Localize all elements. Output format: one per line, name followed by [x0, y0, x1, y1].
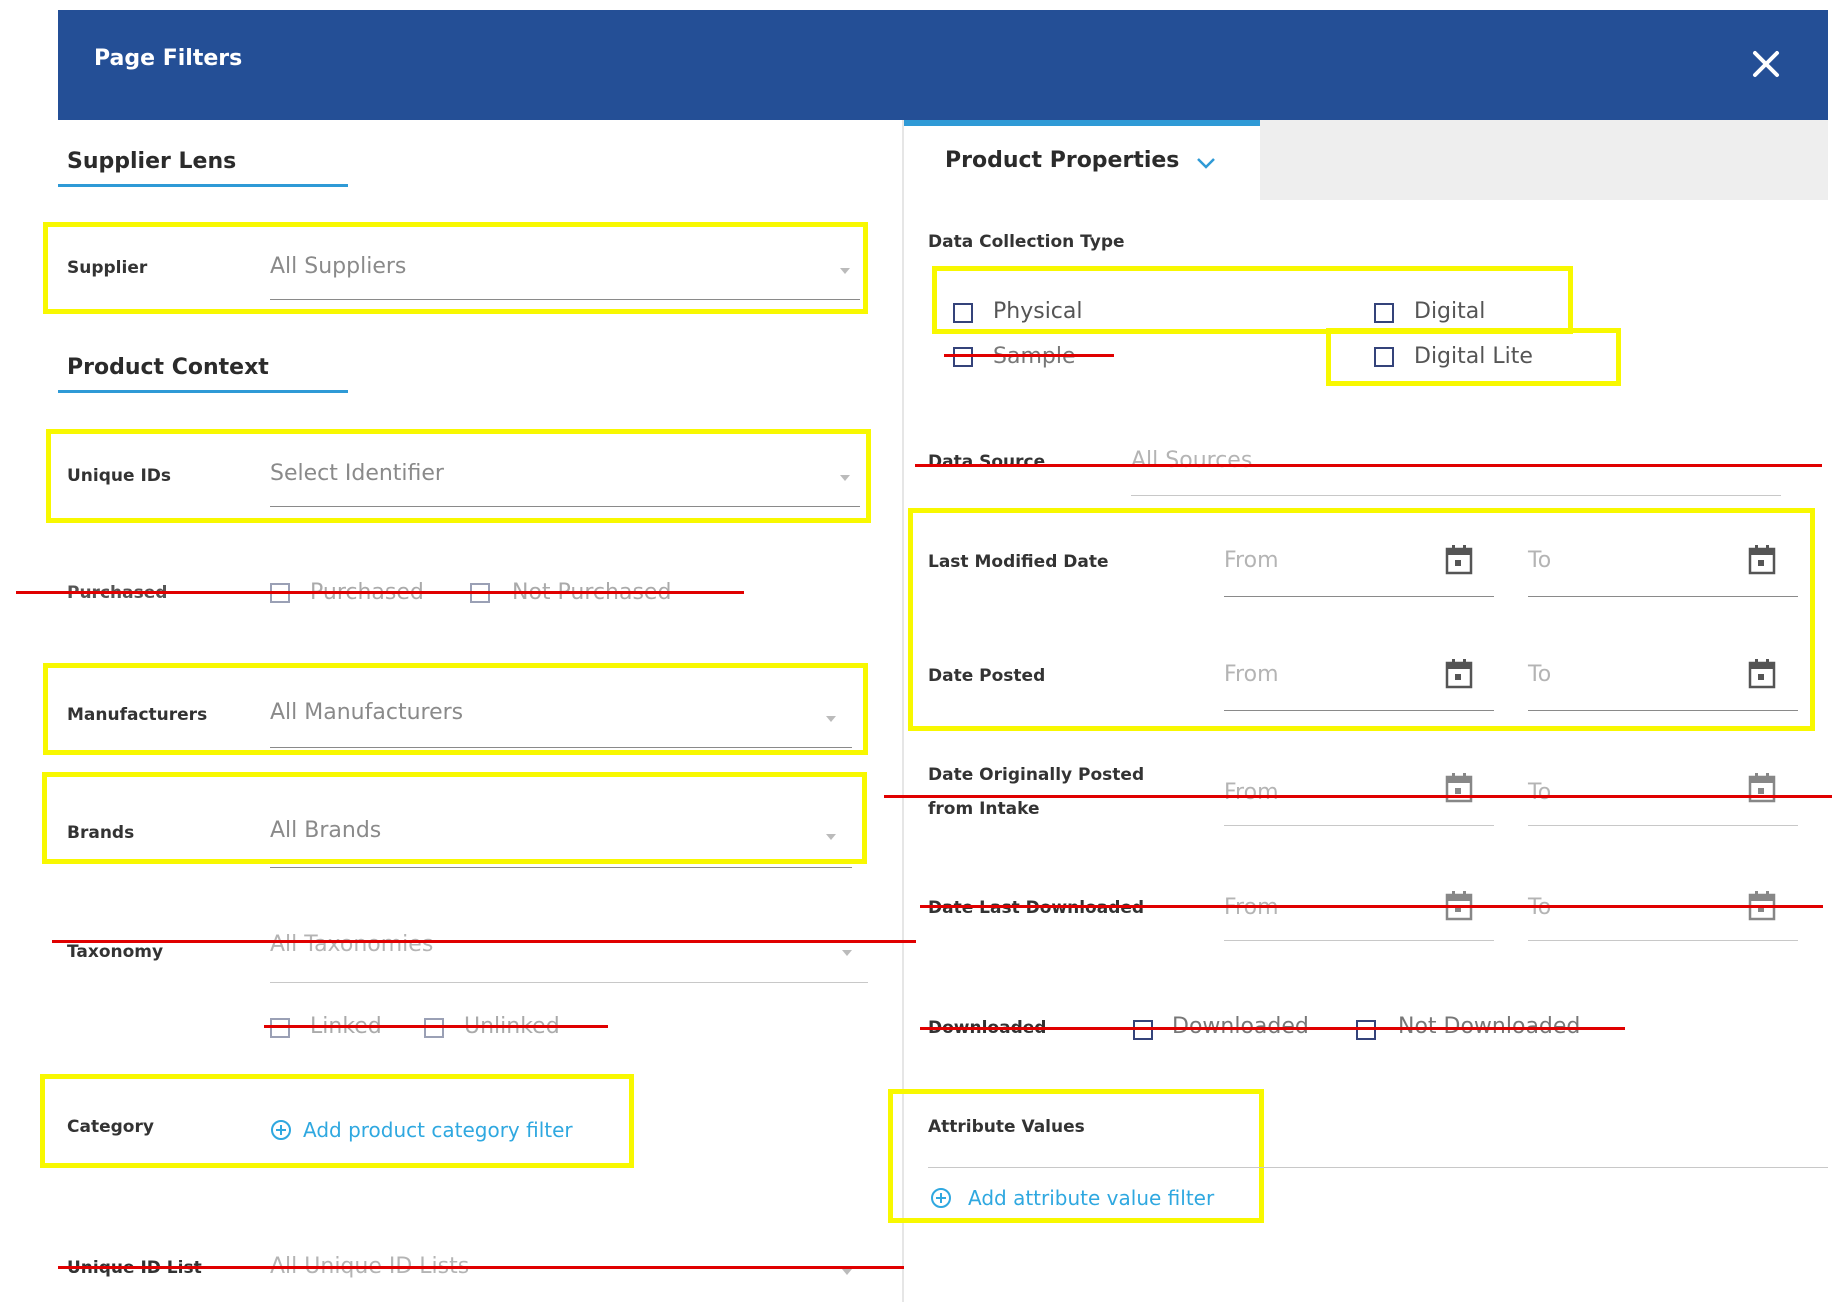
date-orig-posted-label-line2: from Intake	[928, 799, 1040, 819]
strike-line-purchased	[16, 591, 744, 594]
supplier-select-value: All Suppliers	[270, 254, 407, 279]
calendar-icon[interactable]	[1747, 658, 1777, 694]
strike-line-date-orig	[884, 795, 1832, 798]
unique-ids-label: Unique IDs	[67, 466, 172, 486]
brands-select-value: All Brands	[270, 818, 382, 843]
product-context-title: Product Context	[67, 355, 269, 380]
unlinked-checkbox[interactable]	[424, 1018, 444, 1038]
strike-line-linked	[264, 1025, 608, 1028]
date-last-dl-to-underline	[1528, 940, 1798, 941]
date-orig-posted-label-line1: Date Originally Posted	[928, 765, 1145, 785]
brands-select[interactable]: All Brands	[270, 812, 852, 870]
calendar-icon[interactable]	[1747, 544, 1777, 580]
unique-ids-select[interactable]: Select Identifier	[270, 457, 860, 509]
data-source-select-underline	[1131, 495, 1781, 496]
unique-ids-select-underline	[270, 506, 860, 507]
dropdown-caret-icon	[840, 268, 850, 274]
calendar-icon[interactable]	[1444, 544, 1474, 580]
plus-circle-icon[interactable]	[930, 1187, 952, 1213]
data-source-select-value[interactable]: All Sources	[1131, 448, 1252, 473]
date-last-dl-from-underline	[1224, 940, 1494, 941]
manufacturers-label: Manufacturers	[67, 705, 208, 725]
digital-lite-checkbox[interactable]	[1374, 347, 1394, 367]
physical-checkbox[interactable]	[953, 303, 973, 323]
dropdown-caret-icon	[842, 1269, 852, 1275]
manufacturers-select[interactable]: All Manufacturers	[270, 694, 852, 748]
last-modified-from-placeholder: From	[1224, 548, 1279, 573]
physical-option-label: Physical	[993, 299, 1083, 324]
product-context-underline	[58, 390, 348, 393]
close-button[interactable]	[1742, 40, 1790, 88]
supplier-lens-title: Supplier Lens	[67, 149, 237, 174]
calendar-icon[interactable]	[1747, 772, 1777, 808]
not-downloaded-checkbox[interactable]	[1356, 1020, 1376, 1040]
tab-product-properties-indicator	[904, 120, 1260, 126]
taxonomy-label: Taxonomy	[67, 942, 164, 962]
unique-ids-select-value: Select Identifier	[270, 461, 444, 486]
page-title: Page Filters	[94, 46, 243, 71]
strike-line-downloaded	[920, 1027, 1625, 1030]
add-category-filter-link[interactable]: Add product category filter	[303, 1118, 573, 1142]
data-source-label: Data Source	[928, 452, 1046, 472]
tab-inactive-area	[1260, 120, 1828, 200]
calendar-icon[interactable]	[1444, 658, 1474, 694]
tab-product-properties-label: Product Properties	[945, 148, 1180, 173]
supplier-select[interactable]: All Suppliers	[270, 250, 860, 302]
taxonomy-select[interactable]: All Taxonomies	[270, 930, 868, 985]
taxonomy-select-value: All Taxonomies	[270, 932, 434, 957]
digital-option-label: Digital	[1414, 299, 1486, 324]
last-modified-to-underline	[1528, 596, 1798, 597]
attribute-values-divider	[928, 1167, 1828, 1168]
date-posted-to-placeholder: To	[1528, 662, 1552, 687]
tab-product-properties[interactable]: Product Properties	[945, 148, 1217, 173]
supplier-lens-underline	[58, 184, 348, 187]
supplier-select-underline	[270, 299, 860, 300]
brands-label: Brands	[67, 823, 135, 843]
dropdown-caret-icon	[840, 475, 850, 481]
brands-select-underline	[270, 867, 852, 868]
supplier-label: Supplier	[67, 258, 148, 278]
date-posted-from-underline	[1224, 710, 1494, 711]
sample-checkbox[interactable]	[953, 347, 973, 367]
strike-line-data-source	[915, 464, 1822, 467]
strike-line-sample	[944, 354, 1114, 357]
downloaded-checkbox[interactable]	[1133, 1020, 1153, 1040]
manufacturers-select-value: All Manufacturers	[270, 700, 464, 725]
dropdown-caret-icon	[842, 950, 852, 956]
digital-lite-option-label: Digital Lite	[1414, 344, 1533, 369]
strike-line-unique-id-list	[58, 1266, 904, 1269]
add-attribute-value-filter-link[interactable]: Add attribute value filter	[968, 1186, 1214, 1210]
date-posted-from-placeholder: From	[1224, 662, 1279, 687]
date-posted-to-underline	[1528, 710, 1798, 711]
page-filters-header: Page Filters	[58, 10, 1828, 120]
data-collection-type-label: Data Collection Type	[928, 232, 1125, 252]
date-orig-from-underline	[1224, 825, 1494, 826]
date-posted-label: Date Posted	[928, 666, 1046, 686]
last-modified-from-underline	[1224, 596, 1494, 597]
chevron-down-icon	[1196, 157, 1215, 169]
strike-line-taxonomy	[52, 940, 916, 943]
calendar-icon[interactable]	[1444, 890, 1474, 926]
calendar-icon[interactable]	[1444, 772, 1474, 808]
taxonomy-select-underline	[270, 982, 868, 983]
dropdown-caret-icon	[826, 716, 836, 722]
dropdown-caret-icon	[826, 834, 836, 840]
plus-circle-icon[interactable]	[270, 1119, 292, 1145]
date-orig-to-underline	[1528, 825, 1798, 826]
last-modified-date-label: Last Modified Date	[928, 552, 1109, 572]
date-last-downloaded-label: Date Last Downloaded	[928, 898, 1145, 918]
category-label: Category	[67, 1117, 154, 1137]
calendar-icon[interactable]	[1747, 890, 1777, 926]
last-modified-to-placeholder: To	[1528, 548, 1552, 573]
date-orig-to-placeholder[interactable]: To	[1528, 780, 1551, 805]
linked-checkbox[interactable]	[270, 1018, 290, 1038]
close-icon	[1753, 51, 1779, 77]
date-orig-from-placeholder[interactable]: From	[1224, 780, 1279, 805]
manufacturers-select-underline	[270, 747, 852, 748]
attribute-values-label: Attribute Values	[928, 1117, 1085, 1137]
strike-line-date-last-dl	[920, 905, 1823, 908]
digital-checkbox[interactable]	[1374, 303, 1394, 323]
